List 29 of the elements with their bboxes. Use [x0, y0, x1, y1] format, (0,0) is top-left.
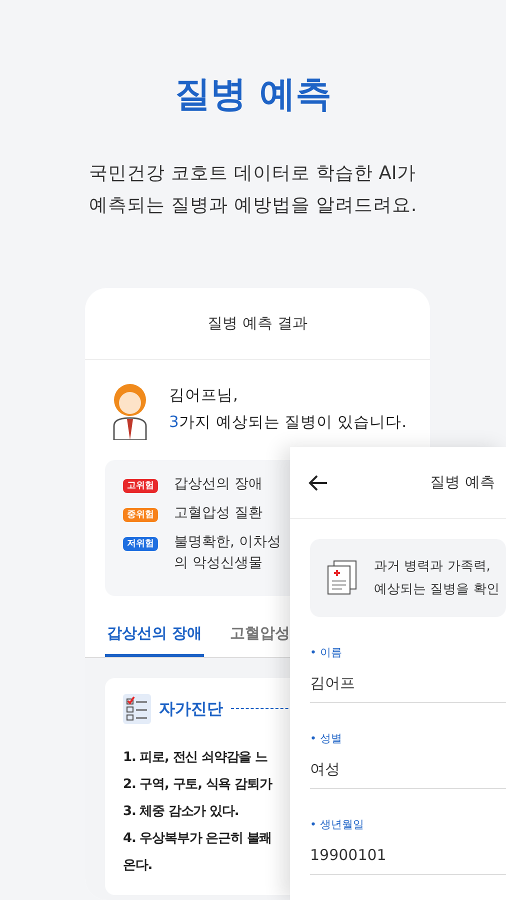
checklist-item: 4. 우상복부가 은근히 불쾌 온다.: [123, 830, 272, 874]
section-title: 자가진단: [159, 698, 223, 720]
disease-name: 불명확한, 이차성 의 악성신생물: [174, 533, 281, 573]
risk-badge: 저위험: [123, 537, 158, 551]
field-label: • 성별: [310, 731, 343, 747]
checklist-item: 3. 체중 감소가 있다.: [123, 802, 239, 820]
screen-title: 질병 예측 결과: [208, 313, 308, 334]
checklist-icon: [123, 694, 151, 724]
input-field[interactable]: 김어프: [310, 662, 506, 703]
document-icon: [326, 560, 358, 596]
subtitle-line: 국민건강 코호트 데이터로 학습한 AI가: [89, 162, 417, 186]
field-label: • 이름: [310, 645, 343, 661]
input-field[interactable]: 19900101: [310, 834, 506, 875]
input-field[interactable]: 여성: [310, 748, 506, 789]
greeting-text: 김어프님,: [169, 385, 239, 406]
subtitle-line: 예측되는 질병과 예방법을 알려드려요.: [89, 194, 417, 218]
info-text: 과거 병력과 가족력, 예상되는 질병을 확인: [374, 558, 500, 599]
summary-text: 3가지 예상되는 질병이 있습니다.: [169, 412, 407, 433]
disease-name: 고혈압성 질환: [174, 504, 262, 523]
risk-badge: 고위험: [123, 479, 158, 493]
back-arrow-icon: [308, 475, 328, 491]
checklist-item: 2. 구역, 구토, 식욕 감퇴가: [123, 776, 272, 794]
checklist-item: 1. 피로, 전신 쇠약감을 느: [123, 748, 268, 766]
screen-title: 질병 예측: [430, 472, 495, 494]
risk-badge: 중위험: [123, 508, 158, 522]
disease-tab[interactable]: 고혈압성: [228, 622, 292, 656]
disease-name: 갑상선의 장애: [174, 475, 262, 494]
field-label: • 생년월일: [310, 817, 365, 833]
headline: 질병 예측: [174, 73, 332, 117]
